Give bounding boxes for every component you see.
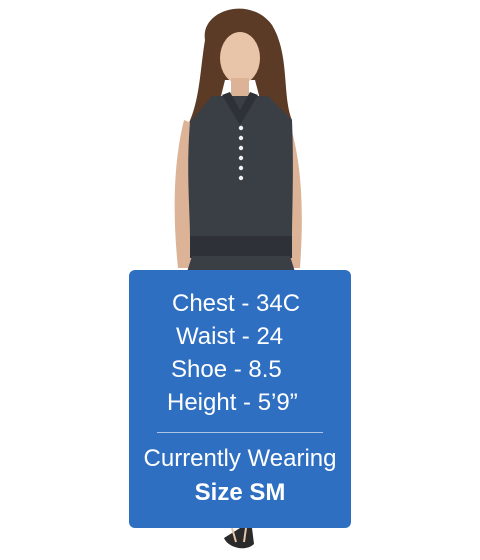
height-measurement: Height - 5’9” bbox=[167, 389, 298, 416]
model-sandal bbox=[224, 528, 254, 549]
currently-wearing-label: Currently Wearing bbox=[143, 445, 337, 472]
chest-measurement: Chest - 34C bbox=[172, 290, 301, 317]
currently-wearing-size: Size SM bbox=[194, 479, 286, 506]
card-divider bbox=[157, 432, 323, 433]
model-face bbox=[220, 32, 260, 84]
model-size-card: Chest - 34C Waist - 24 Shoe - 8.5 Height… bbox=[129, 270, 351, 528]
waist-measurement: Waist - 24 bbox=[176, 323, 284, 350]
romper-waistband bbox=[190, 236, 292, 258]
shoe-size: Shoe - 8.5 bbox=[171, 356, 282, 383]
